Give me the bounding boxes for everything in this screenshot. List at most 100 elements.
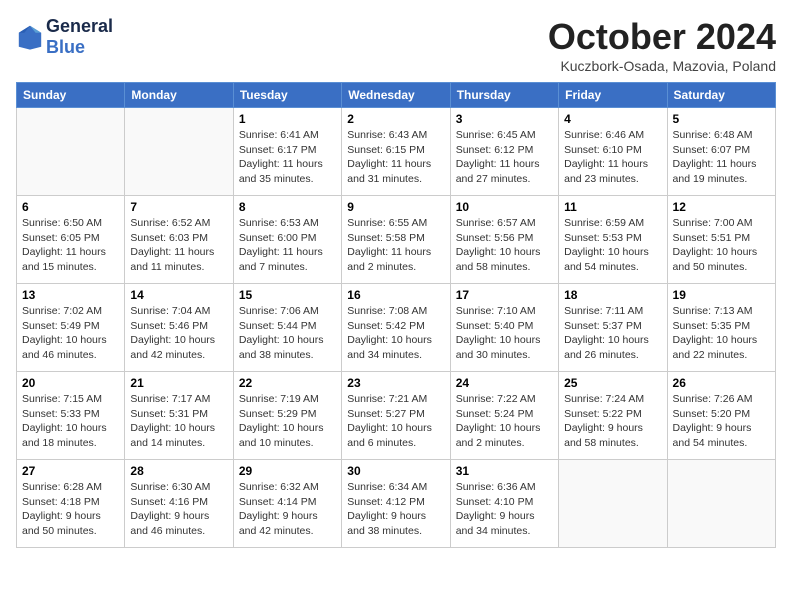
calendar-cell: 17Sunrise: 7:10 AM Sunset: 5:40 PM Dayli… xyxy=(450,284,558,372)
logo: General Blue xyxy=(16,16,113,57)
day-info: Sunrise: 6:36 AM Sunset: 4:10 PM Dayligh… xyxy=(456,480,553,539)
calendar-cell: 30 Sunrise: 6:34 AM Sunset: 4:12 PM Dayli… xyxy=(342,460,450,548)
day-number: 8 xyxy=(239,200,336,214)
day-info: Sunrise: 7:22 AM Sunset: 5:24 PM Dayligh… xyxy=(456,392,553,451)
day-info: Sunrise: 6:52 AM Sunset: 6:03 PM Dayligh… xyxy=(130,216,227,275)
day-header-wednesday: Wednesday xyxy=(342,83,450,108)
day-number: 30 xyxy=(347,464,444,478)
day-info: Sunrise: 7:26 AM Sunset: 5:20 PM Dayligh… xyxy=(673,392,770,451)
day-info: Sunrise: 6:41 AM Sunset: 6:17 PM Dayligh… xyxy=(239,128,336,187)
calendar-cell: 5 Sunrise: 6:48 AM Sunset: 6:07 PM Daylig… xyxy=(667,108,775,196)
day-info: Sunrise: 6:32 AM Sunset: 4:14 PM Dayligh… xyxy=(239,480,336,539)
calendar-cell: 15 Sunrise: 7:06 AM Sunset: 5:44 PM Dayli… xyxy=(233,284,341,372)
calendar-cell: 20Sunrise: 7:15 AM Sunset: 5:33 PM Dayli… xyxy=(17,372,125,460)
day-number: 29 xyxy=(239,464,336,478)
calendar-cell: 26 Sunrise: 7:26 AM Sunset: 5:20 PM Dayli… xyxy=(667,372,775,460)
day-info: Sunrise: 7:11 AM Sunset: 5:37 PM Dayligh… xyxy=(564,304,661,363)
day-header-saturday: Saturday xyxy=(667,83,775,108)
day-number: 12 xyxy=(673,200,770,214)
day-info: Sunrise: 6:30 AM Sunset: 4:16 PM Dayligh… xyxy=(130,480,227,539)
title-block: October 2024 Kuczbork-Osada, Mazovia, Po… xyxy=(548,16,776,74)
calendar-cell xyxy=(667,460,775,548)
calendar-cell: 4Sunrise: 6:46 AM Sunset: 6:10 PM Daylig… xyxy=(559,108,667,196)
day-number: 2 xyxy=(347,112,444,126)
calendar-cell: 3 Sunrise: 6:45 AM Sunset: 6:12 PM Daylig… xyxy=(450,108,558,196)
day-number: 31 xyxy=(456,464,553,478)
day-info: Sunrise: 7:13 AM Sunset: 5:35 PM Dayligh… xyxy=(673,304,770,363)
calendar-table: SundayMondayTuesdayWednesdayThursdayFrid… xyxy=(16,82,776,548)
calendar-cell: 11 Sunrise: 6:59 AM Sunset: 5:53 PM Dayli… xyxy=(559,196,667,284)
day-number: 3 xyxy=(456,112,553,126)
calendar-cell: 8 Sunrise: 6:53 AM Sunset: 6:00 PM Daylig… xyxy=(233,196,341,284)
calendar-cell xyxy=(125,108,233,196)
day-number: 10 xyxy=(456,200,553,214)
calendar-cell: 24 Sunrise: 7:22 AM Sunset: 5:24 PM Dayli… xyxy=(450,372,558,460)
logo-text-blue: Blue xyxy=(46,37,113,58)
calendar-cell xyxy=(17,108,125,196)
day-info: Sunrise: 7:02 AM Sunset: 5:49 PM Dayligh… xyxy=(22,304,119,363)
calendar-cell: 23 Sunrise: 7:21 AM Sunset: 5:27 PM Dayli… xyxy=(342,372,450,460)
day-number: 23 xyxy=(347,376,444,390)
day-info: Sunrise: 6:50 AM Sunset: 6:05 PM Dayligh… xyxy=(22,216,119,275)
day-number: 15 xyxy=(239,288,336,302)
calendar-cell: 7 Sunrise: 6:52 AM Sunset: 6:03 PM Daylig… xyxy=(125,196,233,284)
calendar-cell: 28 Sunrise: 6:30 AM Sunset: 4:16 PM Dayli… xyxy=(125,460,233,548)
day-number: 11 xyxy=(564,200,661,214)
calendar-cell xyxy=(559,460,667,548)
day-info: Sunrise: 6:34 AM Sunset: 4:12 PM Dayligh… xyxy=(347,480,444,539)
calendar-week-row: 27 Sunrise: 6:28 AM Sunset: 4:18 PM Dayli… xyxy=(17,460,776,548)
day-number: 16 xyxy=(347,288,444,302)
logo-icon xyxy=(16,23,44,51)
day-number: 26 xyxy=(673,376,770,390)
calendar-cell: 13 Sunrise: 7:02 AM Sunset: 5:49 PM Dayli… xyxy=(17,284,125,372)
month-title: October 2024 xyxy=(548,16,776,58)
day-header-tuesday: Tuesday xyxy=(233,83,341,108)
day-number: 7 xyxy=(130,200,227,214)
calendar-cell: 16Sunrise: 7:08 AM Sunset: 5:42 PM Dayli… xyxy=(342,284,450,372)
day-number: 25 xyxy=(564,376,661,390)
day-info: Sunrise: 7:15 AM Sunset: 5:33 PM Dayligh… xyxy=(22,392,119,451)
calendar-week-row: 1 Sunrise: 6:41 AM Sunset: 6:17 PM Daylig… xyxy=(17,108,776,196)
day-number: 17 xyxy=(456,288,553,302)
calendar-cell: 9Sunrise: 6:55 AM Sunset: 5:58 PM Daylig… xyxy=(342,196,450,284)
day-number: 9 xyxy=(347,200,444,214)
day-info: Sunrise: 6:45 AM Sunset: 6:12 PM Dayligh… xyxy=(456,128,553,187)
day-info: Sunrise: 6:53 AM Sunset: 6:00 PM Dayligh… xyxy=(239,216,336,275)
day-info: Sunrise: 6:48 AM Sunset: 6:07 PM Dayligh… xyxy=(673,128,770,187)
day-header-sunday: Sunday xyxy=(17,83,125,108)
day-number: 21 xyxy=(130,376,227,390)
calendar-cell: 10 Sunrise: 6:57 AM Sunset: 5:56 PM Dayli… xyxy=(450,196,558,284)
day-info: Sunrise: 6:59 AM Sunset: 5:53 PM Dayligh… xyxy=(564,216,661,275)
calendar-cell: 6 Sunrise: 6:50 AM Sunset: 6:05 PM Daylig… xyxy=(17,196,125,284)
day-number: 27 xyxy=(22,464,119,478)
calendar-cell: 29 Sunrise: 6:32 AM Sunset: 4:14 PM Dayli… xyxy=(233,460,341,548)
calendar-week-row: 20Sunrise: 7:15 AM Sunset: 5:33 PM Dayli… xyxy=(17,372,776,460)
day-info: Sunrise: 7:19 AM Sunset: 5:29 PM Dayligh… xyxy=(239,392,336,451)
day-info: Sunrise: 7:21 AM Sunset: 5:27 PM Dayligh… xyxy=(347,392,444,451)
day-info: Sunrise: 7:06 AM Sunset: 5:44 PM Dayligh… xyxy=(239,304,336,363)
day-number: 13 xyxy=(22,288,119,302)
calendar-cell: 19 Sunrise: 7:13 AM Sunset: 5:35 PM Dayli… xyxy=(667,284,775,372)
location-subtitle: Kuczbork-Osada, Mazovia, Poland xyxy=(548,58,776,74)
day-info: Sunrise: 6:57 AM Sunset: 5:56 PM Dayligh… xyxy=(456,216,553,275)
day-number: 28 xyxy=(130,464,227,478)
day-header-friday: Friday xyxy=(559,83,667,108)
day-info: Sunrise: 6:28 AM Sunset: 4:18 PM Dayligh… xyxy=(22,480,119,539)
day-number: 24 xyxy=(456,376,553,390)
calendar-cell: 21Sunrise: 7:17 AM Sunset: 5:31 PM Dayli… xyxy=(125,372,233,460)
calendar-cell: 27 Sunrise: 6:28 AM Sunset: 4:18 PM Dayli… xyxy=(17,460,125,548)
day-info: Sunrise: 7:04 AM Sunset: 5:46 PM Dayligh… xyxy=(130,304,227,363)
day-info: Sunrise: 6:46 AM Sunset: 6:10 PM Dayligh… xyxy=(564,128,661,187)
day-number: 1 xyxy=(239,112,336,126)
logo-text-general: General xyxy=(46,16,113,37)
day-number: 5 xyxy=(673,112,770,126)
day-info: Sunrise: 7:00 AM Sunset: 5:51 PM Dayligh… xyxy=(673,216,770,275)
day-number: 6 xyxy=(22,200,119,214)
page-header: General Blue October 2024 Kuczbork-Osada… xyxy=(16,16,776,74)
day-number: 18 xyxy=(564,288,661,302)
day-info: Sunrise: 6:43 AM Sunset: 6:15 PM Dayligh… xyxy=(347,128,444,187)
day-number: 19 xyxy=(673,288,770,302)
calendar-cell: 2 Sunrise: 6:43 AM Sunset: 6:15 PM Daylig… xyxy=(342,108,450,196)
calendar-cell: 22Sunrise: 7:19 AM Sunset: 5:29 PM Dayli… xyxy=(233,372,341,460)
day-header-monday: Monday xyxy=(125,83,233,108)
